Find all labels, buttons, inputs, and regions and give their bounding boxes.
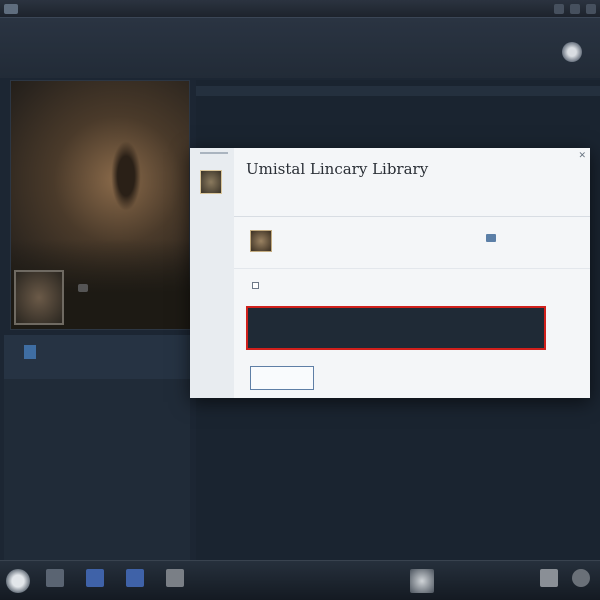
taskbar-app-icon[interactable] [126,569,144,587]
start-button-icon[interactable] [6,569,30,593]
taskbar-app-icon[interactable] [410,569,434,593]
warning-box [246,306,546,350]
taskbar-app-icon[interactable] [166,569,184,587]
maximize-icon[interactable] [570,3,580,14]
character-figure [111,141,141,211]
application-icon [250,230,272,252]
dialog-sidebar-rule [200,152,228,154]
folder-icon[interactable] [486,234,496,242]
tray-icon[interactable] [540,569,558,587]
menu-bar [0,0,600,18]
app-logo-icon[interactable] [4,3,18,14]
main-top-strip [196,86,600,96]
taskbar-app-icon[interactable] [46,569,64,587]
divider [234,268,590,269]
uninstall-dialog: ✕ Umistal Lincary Library [190,148,590,398]
taskbar-app-icon[interactable] [86,569,104,587]
account-avatar-icon[interactable] [562,42,582,62]
close-icon[interactable] [586,3,596,14]
info-panel-header [4,335,190,379]
dialog-close-icon[interactable]: ✕ [578,150,586,161]
game-thumbnail[interactable] [14,270,64,325]
page-header [0,18,600,78]
divider [234,216,590,217]
left-info-panel [4,335,190,560]
dialog-app-icon [200,170,222,194]
uninstall-button[interactable] [250,366,314,390]
dialog-title: Umistal Lincary Library [246,160,429,178]
small-action-button[interactable] [78,284,88,292]
dialog-sidebar [190,148,234,398]
minimize-icon[interactable] [554,3,564,14]
checkbox[interactable] [252,282,259,289]
checkbox-row[interactable] [252,282,263,289]
info-badge-icon [24,345,36,359]
thumbnail-caption [74,284,184,294]
taskbar [0,560,600,600]
window-controls [554,3,600,14]
info-panel-lines [4,379,190,393]
tray-icon[interactable] [572,569,590,587]
